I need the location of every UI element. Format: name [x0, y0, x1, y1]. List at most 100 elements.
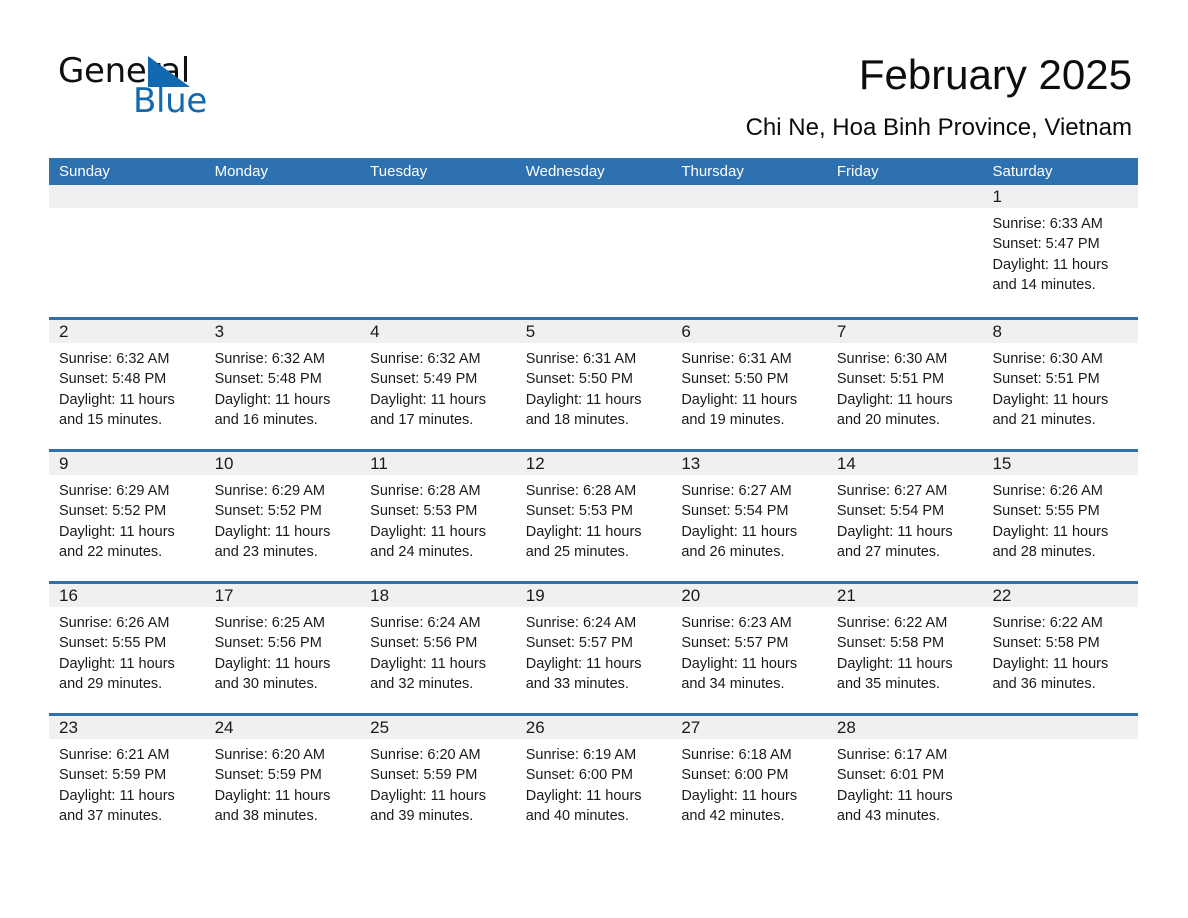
- day-cell[interactable]: 13 Sunrise: 6:27 AM Sunset: 5:54 PM Dayl…: [671, 452, 827, 581]
- weekday-header-sunday: Sunday: [59, 163, 110, 180]
- day-number: 25: [370, 718, 390, 737]
- sunrise-text: Sunrise: 6:31 AM: [681, 351, 792, 367]
- day-cell[interactable]: 18 Sunrise: 6:24 AM Sunset: 5:56 PM Dayl…: [360, 584, 516, 713]
- day-cell[interactable]: 4 Sunrise: 6:32 AM Sunset: 5:49 PM Dayli…: [360, 320, 516, 449]
- daylight-text-line2: and 21 minutes.: [992, 411, 1096, 428]
- daylight-text-line2: and 27 minutes.: [836, 543, 941, 560]
- day-details: Sunrise: 6:30 AM Sunset: 5:51 PM Dayligh…: [982, 343, 1138, 430]
- sunset-text: Sunset: 5:51 PM: [836, 371, 945, 388]
- day-number: 22: [992, 586, 1012, 605]
- day-cell[interactable]: 21 Sunrise: 6:22 AM Sunset: 5:58 PM Dayl…: [826, 584, 983, 713]
- day-cell[interactable]: 6 Sunrise: 6:31 AM Sunset: 5:50 PM Dayli…: [671, 320, 827, 449]
- day-cell[interactable]: [515, 185, 672, 317]
- sunset-text: Sunset: 5:53 PM: [525, 503, 633, 520]
- day-cell[interactable]: 7 Sunrise: 6:30 AM Sunset: 5:51 PM Dayli…: [826, 320, 983, 449]
- sunrise-text: Sunrise: 6:29 AM: [59, 483, 170, 499]
- day-cell[interactable]: 28 Sunrise: 6:17 AM Sunset: 6:01 PM Dayl…: [826, 716, 983, 845]
- day-details: Sunrise: 6:24 AM Sunset: 5:57 PM Dayligh…: [516, 607, 672, 694]
- day-cell[interactable]: [49, 185, 205, 317]
- daylight-text-line2: and 24 minutes.: [370, 543, 474, 560]
- day-number: 13: [681, 454, 701, 473]
- day-number: 4: [370, 322, 380, 341]
- page-title: February 2025: [858, 51, 1132, 98]
- sunrise-text: Sunrise: 6:19 AM: [525, 747, 637, 763]
- sunset-text: Sunset: 5:55 PM: [59, 635, 167, 652]
- day-cell[interactable]: 10 Sunrise: 6:29 AM Sunset: 5:52 PM Dayl…: [204, 452, 361, 581]
- sunset-text: Sunset: 5:52 PM: [59, 503, 167, 520]
- day-number-band: [515, 320, 672, 343]
- day-cell[interactable]: 3 Sunrise: 6:32 AM Sunset: 5:48 PM Dayli…: [204, 320, 361, 449]
- daylight-text-line2: and 30 minutes.: [214, 675, 318, 692]
- sunset-text: Sunset: 5:56 PM: [214, 635, 322, 652]
- day-details: Sunrise: 6:30 AM Sunset: 5:51 PM Dayligh…: [827, 343, 983, 430]
- day-cell[interactable]: 22 Sunrise: 6:22 AM Sunset: 5:58 PM Dayl…: [982, 584, 1139, 713]
- day-cell[interactable]: 5 Sunrise: 6:31 AM Sunset: 5:50 PM Dayli…: [515, 320, 672, 449]
- day-cell[interactable]: 9 Sunrise: 6:29 AM Sunset: 5:52 PM Dayli…: [49, 452, 205, 581]
- daylight-text-line1: Daylight: 11 hours: [370, 523, 486, 540]
- day-cell[interactable]: [671, 185, 827, 317]
- sunset-text: Sunset: 5:56 PM: [370, 635, 478, 652]
- day-cell[interactable]: 19 Sunrise: 6:24 AM Sunset: 5:57 PM Dayl…: [515, 584, 672, 713]
- day-details: Sunrise: 6:27 AM Sunset: 5:54 PM Dayligh…: [671, 475, 827, 562]
- sunset-text: Sunset: 5:47 PM: [992, 236, 1100, 253]
- sunrise-text: Sunrise: 6:32 AM: [59, 351, 170, 367]
- day-cell[interactable]: 16 Sunrise: 6:26 AM Sunset: 5:55 PM Dayl…: [49, 584, 205, 713]
- sunrise-text: Sunrise: 6:28 AM: [370, 483, 481, 499]
- day-details: Sunrise: 6:23 AM Sunset: 5:57 PM Dayligh…: [671, 607, 827, 694]
- daylight-text-line2: and 37 minutes.: [59, 807, 163, 824]
- day-cell[interactable]: 17 Sunrise: 6:25 AM Sunset: 5:56 PM Dayl…: [204, 584, 361, 713]
- sunrise-text: Sunrise: 6:30 AM: [836, 351, 948, 367]
- day-number: 6: [681, 322, 691, 341]
- daylight-text-line1: Daylight: 11 hours: [370, 787, 486, 804]
- sunrise-text: Sunrise: 6:26 AM: [59, 615, 170, 631]
- day-cell[interactable]: 27 Sunrise: 6:18 AM Sunset: 6:00 PM Dayl…: [671, 716, 827, 845]
- day-cell[interactable]: 15 Sunrise: 6:26 AM Sunset: 5:55 PM Dayl…: [982, 452, 1139, 581]
- day-number-band: [982, 320, 1139, 343]
- sunrise-text: Sunrise: 6:28 AM: [525, 483, 637, 499]
- daylight-text-line1: Daylight: 11 hours: [214, 523, 331, 540]
- day-details: Sunrise: 6:27 AM Sunset: 5:54 PM Dayligh…: [827, 475, 983, 562]
- day-cell[interactable]: [826, 185, 983, 317]
- day-number: 26: [525, 718, 545, 737]
- daylight-text-line2: and 43 minutes.: [836, 807, 941, 824]
- day-cell[interactable]: [982, 716, 1139, 845]
- day-cell[interactable]: 11 Sunrise: 6:28 AM Sunset: 5:53 PM Dayl…: [360, 452, 516, 581]
- day-cell[interactable]: 1 Sunrise: 6:33 AM Sunset: 5:47 PM Dayli…: [982, 185, 1139, 317]
- general-blue-logo[interactable]: General Blue: [58, 52, 358, 120]
- day-details: Sunrise: 6:26 AM Sunset: 5:55 PM Dayligh…: [49, 607, 205, 694]
- daylight-text-line2: and 38 minutes.: [214, 807, 318, 824]
- daylight-text-line1: Daylight: 11 hours: [525, 523, 642, 540]
- day-cell[interactable]: 14 Sunrise: 6:27 AM Sunset: 5:54 PM Dayl…: [826, 452, 983, 581]
- day-number: 20: [681, 586, 701, 605]
- weekday-header-wednesday: Wednesday: [525, 163, 605, 180]
- sunset-text: Sunset: 6:01 PM: [836, 767, 945, 784]
- day-number-band: [982, 185, 1139, 208]
- day-cell[interactable]: 8 Sunrise: 6:30 AM Sunset: 5:51 PM Dayli…: [982, 320, 1139, 449]
- sunrise-text: Sunrise: 6:33 AM: [992, 216, 1103, 232]
- day-number: 19: [525, 586, 545, 605]
- day-cell[interactable]: 12 Sunrise: 6:28 AM Sunset: 5:53 PM Dayl…: [515, 452, 672, 581]
- daylight-text-line2: and 22 minutes.: [59, 543, 163, 560]
- sunrise-text: Sunrise: 6:24 AM: [525, 615, 637, 631]
- day-cell[interactable]: 2 Sunrise: 6:32 AM Sunset: 5:48 PM Dayli…: [49, 320, 205, 449]
- day-cell[interactable]: 26 Sunrise: 6:19 AM Sunset: 6:00 PM Dayl…: [515, 716, 672, 845]
- weekday-header-friday: Friday: [836, 163, 879, 180]
- daylight-text-line1: Daylight: 11 hours: [992, 523, 1109, 540]
- sunrise-text: Sunrise: 6:32 AM: [214, 351, 325, 367]
- day-cell[interactable]: [360, 185, 516, 317]
- day-number-band: [671, 185, 827, 208]
- day-cell[interactable]: 20 Sunrise: 6:23 AM Sunset: 5:57 PM Dayl…: [671, 584, 827, 713]
- day-number: 12: [525, 454, 545, 473]
- daylight-text-line2: and 26 minutes.: [681, 543, 785, 560]
- daylight-text-line1: Daylight: 11 hours: [59, 787, 175, 804]
- day-cell[interactable]: 23 Sunrise: 6:21 AM Sunset: 5:59 PM Dayl…: [49, 716, 205, 845]
- calendar-week-row: 1 Sunrise: 6:33 AM Sunset: 5:47 PM Dayli…: [49, 185, 1139, 317]
- day-cell[interactable]: 25 Sunrise: 6:20 AM Sunset: 5:59 PM Dayl…: [360, 716, 516, 845]
- calendar-week-row: 2 Sunrise: 6:32 AM Sunset: 5:48 PM Dayli…: [49, 317, 1139, 449]
- day-cell[interactable]: 24 Sunrise: 6:20 AM Sunset: 5:59 PM Dayl…: [204, 716, 361, 845]
- weekday-header-tuesday: Tuesday: [370, 163, 428, 180]
- sunset-text: Sunset: 5:53 PM: [370, 503, 478, 520]
- sunset-text: Sunset: 5:54 PM: [836, 503, 945, 520]
- day-number: 16: [59, 586, 78, 605]
- day-cell[interactable]: [204, 185, 361, 317]
